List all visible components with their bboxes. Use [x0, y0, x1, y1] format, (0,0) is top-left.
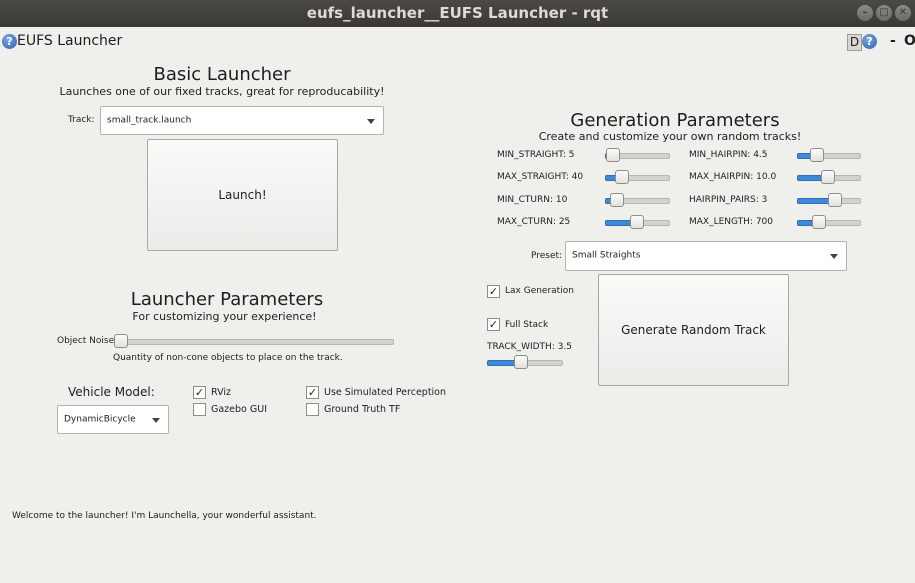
generate-button-label: Generate Random Track: [621, 323, 766, 337]
slider-handle[interactable]: [610, 193, 624, 207]
object-noise-description: Quantity of non-cone objects to place on…: [113, 353, 343, 363]
max-length-label: MAX_LENGTH: 700: [689, 217, 774, 227]
vehicle-model-value: DynamicBicycle: [64, 414, 136, 424]
vehicle-model-combo[interactable]: DynamicBicycle: [57, 405, 169, 434]
max-straight-label: MAX_STRAIGHT: 40: [497, 172, 584, 182]
max-cturn-slider[interactable]: [605, 215, 670, 229]
chevron-down-icon: [152, 417, 160, 423]
maximize-button[interactable]: □: [876, 5, 892, 21]
basic-launcher-title: Basic Launcher: [153, 64, 291, 85]
slider-handle[interactable]: [812, 215, 826, 229]
rviz-label: RViz: [211, 387, 231, 398]
min-hairpin-label: MIN_HAIRPIN: 4.5: [689, 150, 768, 160]
plugin-help-icon[interactable]: ?: [862, 34, 877, 49]
track-combo[interactable]: small_track.launch: [100, 106, 384, 135]
check-icon: ✓: [307, 386, 318, 399]
simulated-perception-checkbox[interactable]: ✓: [306, 386, 319, 399]
dock-label: D: [849, 35, 860, 49]
help-icon[interactable]: ?: [2, 34, 17, 49]
chevron-down-icon: [830, 254, 838, 259]
min-cturn-label: MIN_CTURN: 10: [497, 195, 568, 205]
slider-handle[interactable]: [606, 148, 620, 162]
dock-button[interactable]: D: [847, 34, 862, 51]
min-hairpin-slider[interactable]: [797, 148, 861, 162]
generation-params-subtitle: Create and customize your own random tra…: [538, 130, 802, 143]
ground-truth-tf-checkbox[interactable]: [306, 403, 319, 416]
basic-launcher-subtitle: Launches one of our fixed tracks, great …: [59, 85, 385, 98]
full-stack-label: Full Stack: [505, 320, 549, 330]
slider-groove: [114, 339, 394, 345]
lax-generation-label: Lax Generation: [505, 286, 574, 296]
rviz-checkbox[interactable]: ✓: [193, 386, 206, 399]
object-noise-label: Object Noise:: [57, 336, 118, 346]
gazebo-gui-checkbox[interactable]: [193, 403, 206, 416]
lax-generation-checkbox[interactable]: ✓: [487, 285, 500, 298]
gazebo-gui-label: Gazebo GUI: [211, 404, 267, 415]
slider-handle[interactable]: [514, 355, 528, 369]
track-label: Track:: [68, 115, 95, 125]
window-titlebar: eufs_launcher__EUFS Launcher - rqt: [0, 0, 915, 27]
generate-random-track-button[interactable]: Generate Random Track: [598, 274, 789, 386]
max-length-slider[interactable]: [797, 215, 861, 229]
min-straight-label: MIN_STRAIGHT: 5: [497, 150, 575, 160]
simulated-perception-label: Use Simulated Perception: [324, 387, 447, 398]
status-message: Welcome to the launcher! I'm Launchella,…: [12, 511, 317, 521]
hairpin-pairs-label: HAIRPIN_PAIRS: 3: [689, 195, 768, 205]
minimize-button[interactable]: –: [857, 5, 873, 21]
plugin-help-glyph: ?: [866, 35, 873, 48]
preset-label: Preset:: [531, 251, 563, 261]
max-straight-slider[interactable]: [605, 170, 670, 184]
check-icon: ✓: [488, 285, 499, 298]
launch-button[interactable]: Launch!: [147, 139, 338, 251]
maximize-icon: □: [879, 7, 889, 18]
full-stack-checkbox[interactable]: ✓: [487, 318, 500, 331]
window-title: eufs_launcher__EUFS Launcher - rqt: [306, 4, 609, 22]
track-combo-value: small_track.launch: [107, 115, 192, 125]
launcher-params-subtitle: For customizing your experience!: [132, 310, 317, 323]
slider-handle[interactable]: [821, 170, 835, 184]
close-plugin-button[interactable]: O: [904, 33, 915, 49]
min-straight-slider[interactable]: [605, 148, 670, 162]
min-cturn-slider[interactable]: [605, 193, 670, 207]
ground-truth-tf-label: Ground Truth TF: [324, 404, 401, 415]
check-icon: ✓: [194, 386, 205, 399]
close-icon: ✕: [898, 7, 908, 18]
minimize-icon: –: [862, 7, 868, 18]
hairpin-pairs-slider[interactable]: [797, 193, 861, 207]
slider-handle[interactable]: [810, 148, 824, 162]
max-hairpin-label: MAX_HAIRPIN: 10.0: [689, 172, 777, 182]
slider-handle[interactable]: [114, 334, 128, 348]
close-button[interactable]: ✕: [895, 5, 911, 21]
slider-handle[interactable]: [630, 215, 644, 229]
slider-handle[interactable]: [828, 193, 842, 207]
check-icon: ✓: [488, 318, 499, 331]
chevron-down-icon: [367, 118, 375, 124]
launch-button-label: Launch!: [218, 188, 267, 202]
vehicle-model-label: Vehicle Model:: [68, 385, 155, 399]
generation-params-title: Generation Parameters: [570, 110, 780, 131]
preset-combo[interactable]: Small Straights: [565, 241, 847, 271]
track-width-label: TRACK_WIDTH: 3.5: [487, 342, 573, 352]
minimize-plugin-button[interactable]: -: [890, 33, 896, 49]
object-noise-slider[interactable]: [114, 334, 394, 348]
max-cturn-label: MAX_CTURN: 25: [497, 217, 571, 227]
help-glyph: ?: [6, 35, 13, 48]
max-hairpin-slider[interactable]: [797, 170, 861, 184]
launcher-params-title: Launcher Parameters: [130, 289, 324, 310]
preset-combo-value: Small Straights: [572, 250, 641, 261]
slider-handle[interactable]: [615, 170, 629, 184]
track-width-slider[interactable]: [487, 355, 563, 369]
plugin-title: EUFS Launcher: [17, 33, 123, 49]
